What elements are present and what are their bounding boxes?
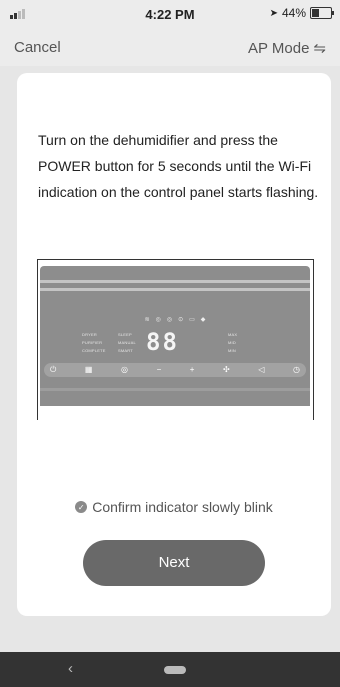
fan-button-icon: ✣ [223,365,230,374]
battery-percent: 44% [281,6,306,20]
confirm-label: Confirm indicator slowly blink [92,499,273,515]
indicator-icon: ◎ [166,317,173,323]
panel-label: MAX [228,332,238,337]
back-chevron-icon[interactable]: ‹ [68,660,73,677]
panel-label: DRYER [82,332,97,337]
check-icon: ✓ [75,501,88,513]
panel-label: COMPLETE [82,348,106,353]
tank-icon: ▭ [189,317,195,323]
wifi-icon: ≋ [144,317,150,323]
battery-fill [312,9,320,17]
panel-label: SMART [118,348,133,353]
power-button-icon: ⏻ [50,365,57,374]
filter-button-icon: ◎ [121,365,128,374]
panel-label: MIN [228,348,236,353]
confirm-option[interactable]: ✓ Confirm indicator slowly blink [17,499,331,515]
panel-label: MANUAL [118,340,136,345]
location-arrow-icon: ➤ [269,7,278,19]
swap-arrows-icon: ⇋ [313,40,326,57]
panel-label: PURIFIER [82,340,103,345]
minus-button-icon: − [156,365,162,374]
panel-display: 88 [146,328,179,356]
next-button[interactable]: Next [83,540,265,586]
home-indicator[interactable] [164,666,186,674]
panel-ridge [40,288,310,291]
panel-indicator-icons: ≋ ◎ ◎ ⊙ ▭ ◆ [40,316,310,323]
timer-indicator-icon: ⊙ [178,317,184,323]
panel-ridge [40,388,310,391]
battery-icon [310,7,334,19]
timer-button-icon: ◷ [293,365,300,374]
panel-button-strip: ⏻ ▦ ◎ − + ✣ ◁ ◷ [44,363,306,377]
status-bar: 4:22 PM ➤ 44% [0,0,340,28]
mode-button-icon: ▦ [84,365,93,374]
cancel-button[interactable]: Cancel [14,39,61,56]
system-nav-bar: ‹ [0,652,340,687]
battery-area: ➤ 44% [269,6,334,20]
ap-mode-button[interactable]: AP Mode ⇋ [247,39,326,58]
indicator-icon: ◎ [155,317,161,323]
panel-ridge [40,280,310,283]
panel-label: MID [228,340,236,345]
control-panel-image: ≋ ◎ ◎ ⊙ ▭ ◆ DRYER PURIFIER COMPLETE SLEE… [37,259,314,420]
control-panel: ≋ ◎ ◎ ⊙ ▭ ◆ DRYER PURIFIER COMPLETE SLEE… [40,266,310,406]
nav-bar: Cancel AP Mode ⇋ [0,28,340,66]
ap-mode-label: AP Mode [247,39,310,57]
instruction-text: Turn on the dehumidifier and press the P… [38,132,319,200]
instruction-card: Turn on the dehumidifier and press the P… [17,73,331,616]
panel-label: SLEEP [118,332,132,337]
plus-button-icon: + [189,365,195,374]
drop-icon: ◆ [200,317,206,323]
swing-button-icon: ◁ [258,365,265,374]
battery-cap [332,11,334,15]
